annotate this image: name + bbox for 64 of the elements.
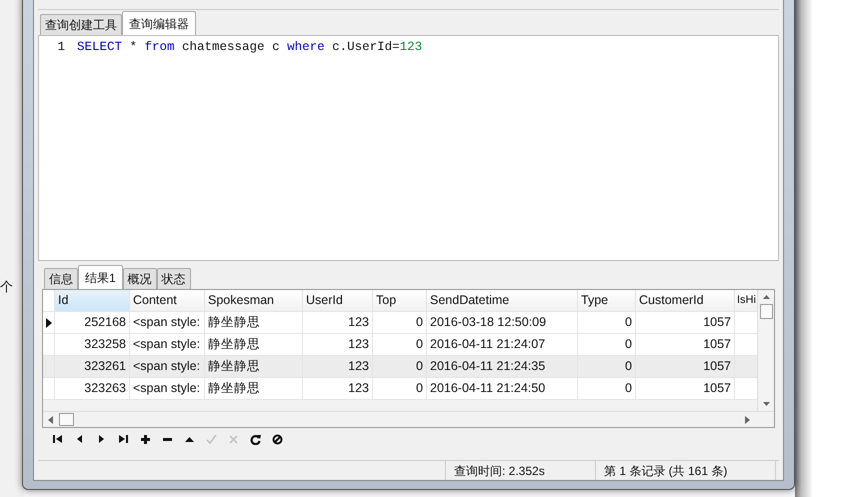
scroll-up-icon[interactable] [762, 294, 770, 300]
table-cell: 1057 [636, 356, 735, 378]
table-cell: 123 [303, 378, 373, 400]
table-cell: 323263 [55, 378, 130, 400]
table-cell: 252168 [55, 312, 130, 334]
table-cell: 0 [373, 356, 427, 378]
table-cell: 1057 [636, 378, 735, 400]
table-cell: <span style: [130, 334, 205, 356]
column-header[interactable]: CustomerId [636, 290, 735, 312]
sql-editor[interactable]: 1 SELECT * from chatmessage c where c.UserId=123 [38, 35, 779, 261]
column-header[interactable]: Id [55, 290, 130, 312]
table-cell: 123 [303, 312, 373, 334]
table-cell: 0 [373, 334, 427, 356]
table-cell: <span style: [130, 312, 205, 334]
scroll-right-icon[interactable] [742, 414, 752, 424]
table-cell: 2016-04-11 21:24:35 [427, 356, 578, 378]
table-cell: 123 [303, 334, 373, 356]
column-header[interactable]: Content [130, 290, 205, 312]
column-header[interactable]: Spokesman [205, 290, 303, 312]
status-text: 查询时间: 2.352s [446, 461, 596, 480]
horizontal-scrollbar[interactable] [43, 411, 774, 427]
table-cell: 静坐静思 [205, 312, 303, 334]
scroll-left-icon[interactable] [46, 414, 56, 424]
column-header[interactable]: SendDatetime [427, 290, 578, 312]
table-cell: 0 [578, 356, 636, 378]
tab[interactable]: 结果1 [78, 265, 123, 289]
vertical-scrollbar[interactable] [757, 290, 774, 411]
scroll-down-icon[interactable] [762, 401, 770, 407]
table-cell: 0 [373, 312, 427, 334]
table-cell: 0 [578, 378, 636, 400]
table-cell: 2016-04-11 21:24:50 [427, 378, 578, 400]
tab[interactable]: 查询编辑器 [122, 11, 196, 35]
table-cell: 静坐静思 [205, 378, 303, 400]
column-header[interactable]: IsHi [735, 290, 757, 312]
table-cell: <span style: [130, 378, 205, 400]
table-cell: 静坐静思 [205, 334, 303, 356]
row-header[interactable] [43, 312, 55, 334]
table-cell: 0 [578, 312, 636, 334]
code-line: SELECT * from chatmessage c where c.UserId=123 [77, 39, 422, 56]
table-cell: 123 [303, 356, 373, 378]
scroll-thumb[interactable] [760, 304, 772, 319]
tab[interactable]: 概况 [122, 268, 157, 289]
column-header[interactable]: UserId [303, 290, 373, 312]
header-corner [43, 290, 55, 312]
table-cell: 323261 [55, 356, 130, 378]
table-cell: 2016-04-11 21:24:07 [427, 334, 578, 356]
column-header[interactable]: Type [578, 290, 636, 312]
table-cell: 0 [373, 378, 427, 400]
table-cell: 静坐静思 [205, 356, 303, 378]
column-header[interactable]: Top [373, 290, 427, 312]
table-cell: 0 [578, 334, 636, 356]
tab[interactable]: 状态 [156, 268, 191, 289]
status-text: 第 1 条记录 (共 161 条) [596, 461, 776, 480]
table-cell: 2016-03-18 12:50:09 [427, 312, 578, 334]
line-number: 1 [56, 39, 65, 56]
tab[interactable]: 查询创建工具 [40, 14, 122, 35]
table-cell: 1057 [636, 334, 735, 356]
background-text: 个 [0, 278, 13, 296]
current-row-icon [46, 318, 52, 328]
scroll-thumb[interactable] [59, 413, 74, 426]
table-cell: 323258 [55, 334, 130, 356]
table-cell: <span style: [130, 356, 205, 378]
table-cell: 1057 [636, 312, 735, 334]
tab[interactable]: 信息 [44, 268, 78, 289]
